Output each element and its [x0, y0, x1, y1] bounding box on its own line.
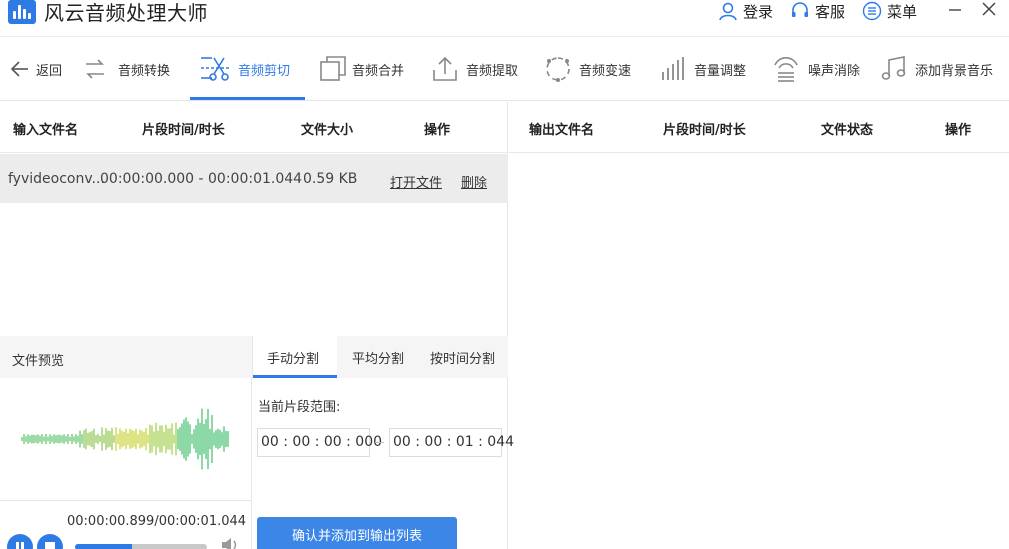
- divider: [0, 500, 252, 501]
- tool-audio-extract[interactable]: 音频提取: [432, 37, 518, 101]
- playback-progress[interactable]: [75, 544, 207, 549]
- headset-icon: [792, 2, 808, 17]
- confirm-add-to-output-button[interactable]: 确认并添加到输出列表: [257, 517, 457, 549]
- back-label: 返回: [36, 63, 63, 79]
- tool-audio-cut[interactable]: 音频剪切: [200, 37, 290, 101]
- stop-button[interactable]: [37, 534, 63, 549]
- table-row[interactable]: fyvideoconv... 00:00:00.000 - 00:00:01.0…: [0, 154, 508, 203]
- tab-time-split[interactable]: 按时间分割: [430, 348, 495, 367]
- pause-button[interactable]: [7, 534, 33, 549]
- tool-label: 音频变速: [579, 63, 632, 79]
- tool-audio-convert[interactable]: 音频转换: [84, 37, 170, 101]
- user-icon: [719, 2, 737, 21]
- login-label: 登录: [743, 2, 774, 21]
- menu-label: 菜单: [887, 2, 918, 21]
- minimize-icon: [949, 9, 961, 11]
- col-segment-duration: 片段时间/时长: [142, 123, 225, 138]
- row-range: 00:00:00.000 - 00:00:01.044: [100, 171, 303, 187]
- tab-average-split[interactable]: 平均分割: [352, 348, 404, 367]
- input-panel: 输入文件名 片段时间/时长 文件大小 操作 fyvideoconv... 00:…: [0, 102, 514, 549]
- stop-icon: [45, 542, 55, 549]
- segment-range-label: 当前片段范围:: [258, 400, 341, 415]
- range-dash: [375, 442, 384, 443]
- volume-icon[interactable]: [220, 536, 240, 549]
- convert-arrows-icon: [86, 59, 104, 79]
- tool-label: 音频合并: [352, 63, 405, 79]
- preview-label: 文件预览: [12, 354, 65, 369]
- col-file-status: 文件状态: [821, 123, 874, 138]
- playback-time: 00:00:00.899/00:00:01.044: [67, 514, 247, 529]
- tool-label: 音频提取: [466, 63, 519, 79]
- back-arrow-icon: [10, 61, 28, 77]
- start-time-input[interactable]: 00 : 00 : 00 : 000: [257, 428, 382, 457]
- customer-service-button[interactable]: 客服: [790, 0, 845, 22]
- speed-cycle-icon: [546, 57, 570, 82]
- active-tool-indicator: [190, 97, 305, 100]
- noise-wave-icon: [774, 57, 798, 82]
- app-window: 风云音频处理大师 登录 客服 菜单 返回 音频转换 音频剪切 音频合并 音频提取…: [0, 0, 1009, 549]
- tool-audio-speed[interactable]: 音频变速: [545, 37, 631, 101]
- tab-manual-split[interactable]: 手动分割: [267, 348, 319, 367]
- divider: [251, 378, 252, 549]
- output-panel: 输出文件名 片段时间/时长 文件状态 操作: [509, 102, 1009, 549]
- title-bar: 风云音频处理大师 登录 客服 菜单: [0, 0, 1009, 30]
- progress-fill: [75, 544, 132, 549]
- output-table-header: 输出文件名 片段时间/时长 文件状态 操作: [509, 102, 1009, 153]
- back-button[interactable]: 返回: [10, 37, 62, 101]
- upload-icon: [433, 56, 457, 81]
- function-toolbar: 返回 音频转换 音频剪切 音频合并 音频提取 音频变速 音量调整 噪声消除 添加…: [0, 36, 1009, 101]
- active-tab-indicator: [253, 375, 337, 378]
- merge-squares-icon: [320, 56, 346, 81]
- split-mode-tabs: 手动分割 平均分割 按时间分割: [252, 336, 508, 378]
- minimize-button[interactable]: [945, 0, 967, 22]
- pause-icon: [16, 542, 24, 549]
- music-note-icon: [881, 56, 906, 80]
- service-label: 客服: [815, 2, 846, 21]
- scissors-icon: [201, 57, 229, 81]
- tool-label: 添加背景音乐: [915, 63, 994, 79]
- row-filename: fyvideoconv...: [8, 171, 105, 187]
- col-output-filename: 输出文件名: [529, 123, 595, 138]
- col-segment-duration: 片段时间/时长: [663, 123, 746, 138]
- tool-label: 音量调整: [694, 63, 747, 79]
- close-icon: [982, 2, 996, 16]
- volume-bars-icon: [662, 57, 684, 80]
- close-button[interactable]: [979, 0, 1001, 22]
- tool-label: 音频转换: [118, 63, 171, 79]
- app-logo-icon: [8, 0, 36, 24]
- input-table-header: 输入文件名 片段时间/时长 文件大小 操作: [0, 102, 508, 153]
- login-button[interactable]: 登录: [718, 0, 773, 22]
- menu-button[interactable]: 菜单: [862, 0, 917, 22]
- tool-audio-merge[interactable]: 音频合并: [320, 37, 404, 101]
- tool-noise-removal[interactable]: 噪声消除: [772, 37, 860, 101]
- row-size: 0.59 KB: [303, 171, 358, 187]
- open-file-link[interactable]: 打开文件: [390, 172, 442, 191]
- tool-label: 音频剪切: [238, 63, 291, 79]
- delete-link[interactable]: 删除: [461, 172, 487, 191]
- tool-volume-adjust[interactable]: 音量调整: [660, 37, 746, 101]
- tool-add-bgm[interactable]: 添加背景音乐: [881, 37, 993, 101]
- col-actions: 操作: [945, 123, 972, 138]
- preview-header: 文件预览: [0, 336, 252, 378]
- menu-list-icon: [862, 1, 882, 21]
- col-file-size: 文件大小: [301, 123, 354, 138]
- col-input-filename: 输入文件名: [13, 123, 79, 138]
- tool-label: 噪声消除: [808, 63, 861, 79]
- app-title: 风云音频处理大师: [44, 1, 208, 25]
- audio-waveform[interactable]: [20, 400, 230, 478]
- col-actions: 操作: [424, 123, 451, 138]
- end-time-input[interactable]: 00 : 00 : 01 : 044: [389, 428, 514, 457]
